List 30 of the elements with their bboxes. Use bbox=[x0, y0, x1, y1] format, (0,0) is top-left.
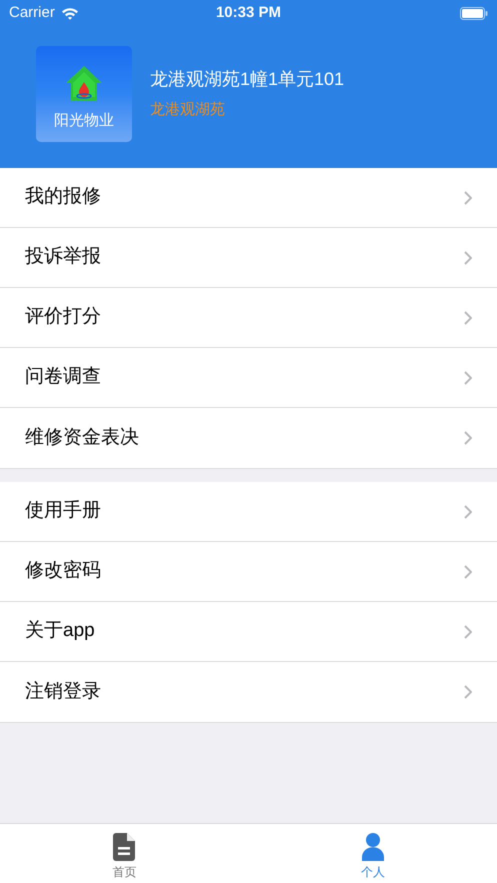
chevron-icon bbox=[464, 250, 472, 264]
house-drop-icon bbox=[65, 64, 103, 102]
menu-item[interactable]: 我的报修 bbox=[0, 168, 497, 228]
battery-icon bbox=[460, 7, 488, 20]
clock-time: 10:33 PM bbox=[214, 3, 282, 24]
menu-item[interactable]: 评价打分 bbox=[0, 288, 497, 348]
chevron-icon bbox=[464, 310, 472, 324]
tab-bar-item[interactable]: 个人 bbox=[248, 824, 497, 883]
community-name: 龙港观湖苑 bbox=[150, 100, 226, 120]
chevron-icon bbox=[464, 504, 472, 518]
menu-item[interactable]: 投诉举报 bbox=[0, 228, 497, 288]
address-text: 龙港观湖苑1幢1单元101 bbox=[150, 68, 344, 91]
logo-text: 阳光物业 bbox=[54, 110, 114, 130]
chevron-icon bbox=[464, 190, 472, 204]
document-icon bbox=[113, 833, 136, 861]
chevron-icon bbox=[464, 564, 472, 578]
chevron-icon bbox=[464, 370, 472, 384]
menu-item[interactable]: 修改密码 bbox=[0, 542, 497, 602]
carrier-text: Carrier bbox=[9, 3, 55, 24]
person-icon bbox=[362, 833, 384, 861]
chevron-icon bbox=[464, 624, 472, 638]
chevron-icon bbox=[464, 685, 472, 699]
tab-bar-item[interactable]: 首页 bbox=[0, 824, 248, 883]
menu-item[interactable]: 关于app bbox=[0, 602, 497, 662]
menu-item[interactable]: 维修资金表决 bbox=[0, 408, 497, 468]
wifi-icon bbox=[60, 7, 79, 20]
chevron-icon bbox=[464, 431, 472, 445]
menu-item[interactable]: 问卷调查 bbox=[0, 348, 497, 408]
menu-item[interactable]: 注销登录 bbox=[0, 662, 497, 722]
menu-item[interactable]: 使用手册 bbox=[0, 482, 497, 542]
